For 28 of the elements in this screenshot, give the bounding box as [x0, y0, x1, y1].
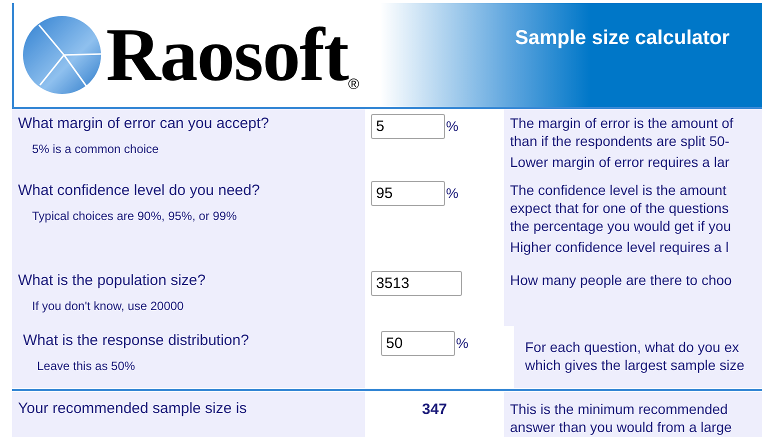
logo-text: Raosoft — [106, 17, 348, 93]
unit-label: % — [446, 185, 458, 201]
explanation-text: The confidence level is the amount expect that for one of the questions the percentage you would get if you — [510, 181, 732, 235]
hint-text: 5% is a common choice — [32, 142, 160, 156]
hint-text: Typical choices are 90%, 95%, or 99% — [32, 209, 238, 223]
explanation-text: Lower margin of error requires a lar — [510, 153, 730, 171]
input-field[interactable]: 50 — [381, 331, 455, 356]
question-label: What confidence level do you need? — [18, 182, 261, 200]
explanation-text: The margin of error is the amount of than if the respondents are split 50- — [510, 114, 734, 150]
hint-text: If you don't know, use 20000 — [32, 299, 185, 313]
input-field[interactable]: 5 — [371, 114, 445, 139]
registered-mark: ® — [348, 76, 360, 93]
question-label: What is the population size? — [18, 272, 207, 290]
page-title: Sample size calculator — [515, 27, 730, 49]
explanation-text: For each question, what do you ex which gives the largest sample size — [525, 338, 746, 374]
question-label: What is the response distribution? — [23, 332, 250, 350]
explanation-text: This is the minimum recommended answer than you would from a large — [510, 400, 733, 436]
unit-label: % — [456, 335, 468, 351]
question-label: What margin of error can you accept? — [18, 115, 270, 133]
logo-icon — [22, 15, 102, 95]
result-label: Your recommended sample size is — [18, 400, 248, 418]
explanation-text: How many people are there to choo — [510, 271, 733, 289]
hint-text: Leave this as 50% — [37, 359, 136, 373]
sample-size-value: 347 — [422, 401, 448, 418]
input-field[interactable]: 3513 — [371, 271, 462, 296]
explanation-text: Higher confidence level requires a l — [510, 238, 730, 256]
unit-label: % — [446, 118, 458, 134]
input-field[interactable]: 95 — [371, 181, 445, 206]
